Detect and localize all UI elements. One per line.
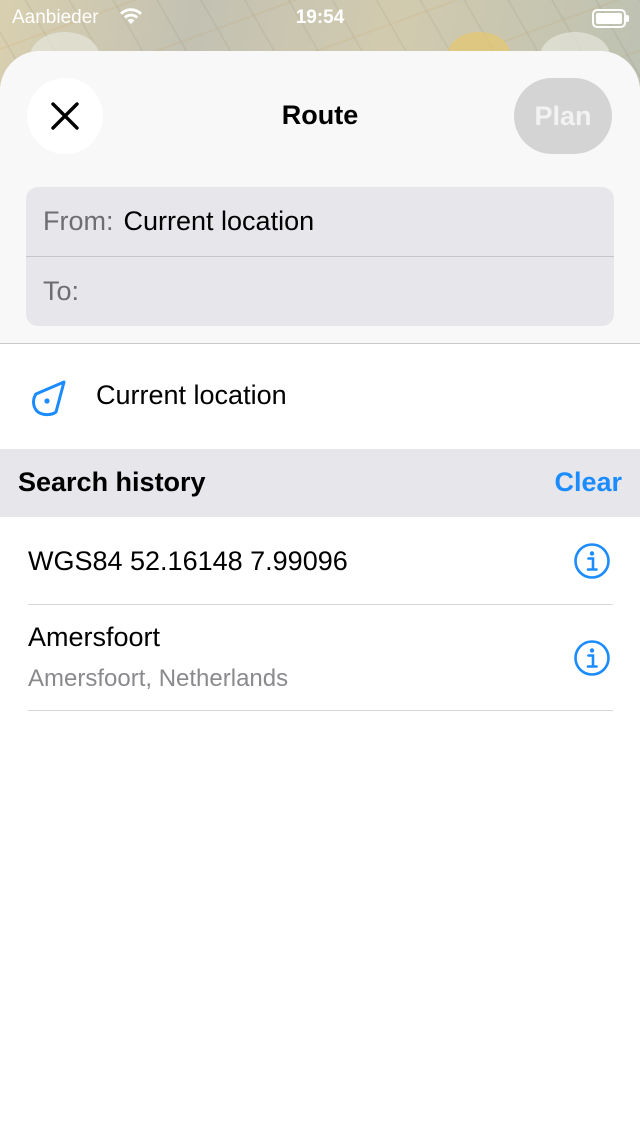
status-bar: Aanbieder 19:54 <box>0 0 640 36</box>
route-sheet: Route Plan From: Current location To: Cu… <box>0 51 640 1136</box>
search-history-title: Search history <box>18 467 206 497</box>
from-label: From: <box>43 206 114 236</box>
status-time: 19:54 <box>295 7 345 28</box>
current-location-row[interactable]: Current location <box>0 344 640 449</box>
plan-button[interactable]: Plan <box>514 78 612 154</box>
history-item-title: WGS84 52.16148 7.99096 <box>28 546 348 576</box>
from-value: Current location <box>123 206 315 236</box>
location-arrow-icon <box>32 380 66 417</box>
history-item-subtitle: Amersfoort, Netherlands <box>28 665 289 692</box>
clear-history-button[interactable]: Clear <box>554 467 622 498</box>
info-icon[interactable] <box>573 542 611 580</box>
battery-icon <box>592 9 629 28</box>
to-field[interactable]: To: <box>26 257 614 326</box>
route-fields: From: Current location To: <box>26 187 614 326</box>
sheet-header: Route Plan From: Current location To: <box>0 51 640 344</box>
search-history-header: Search history Clear <box>0 449 640 517</box>
history-item[interactable]: WGS84 52.16148 7.99096 <box>28 517 613 605</box>
info-icon[interactable] <box>573 639 611 677</box>
from-field[interactable]: From: Current location <box>26 187 614 257</box>
history-item-title: Amersfoort <box>28 622 161 652</box>
current-location-label: Current location <box>96 380 287 410</box>
to-label: To: <box>43 276 80 306</box>
history-item[interactable]: Amersfoort Amersfoort, Netherlands <box>28 605 613 711</box>
